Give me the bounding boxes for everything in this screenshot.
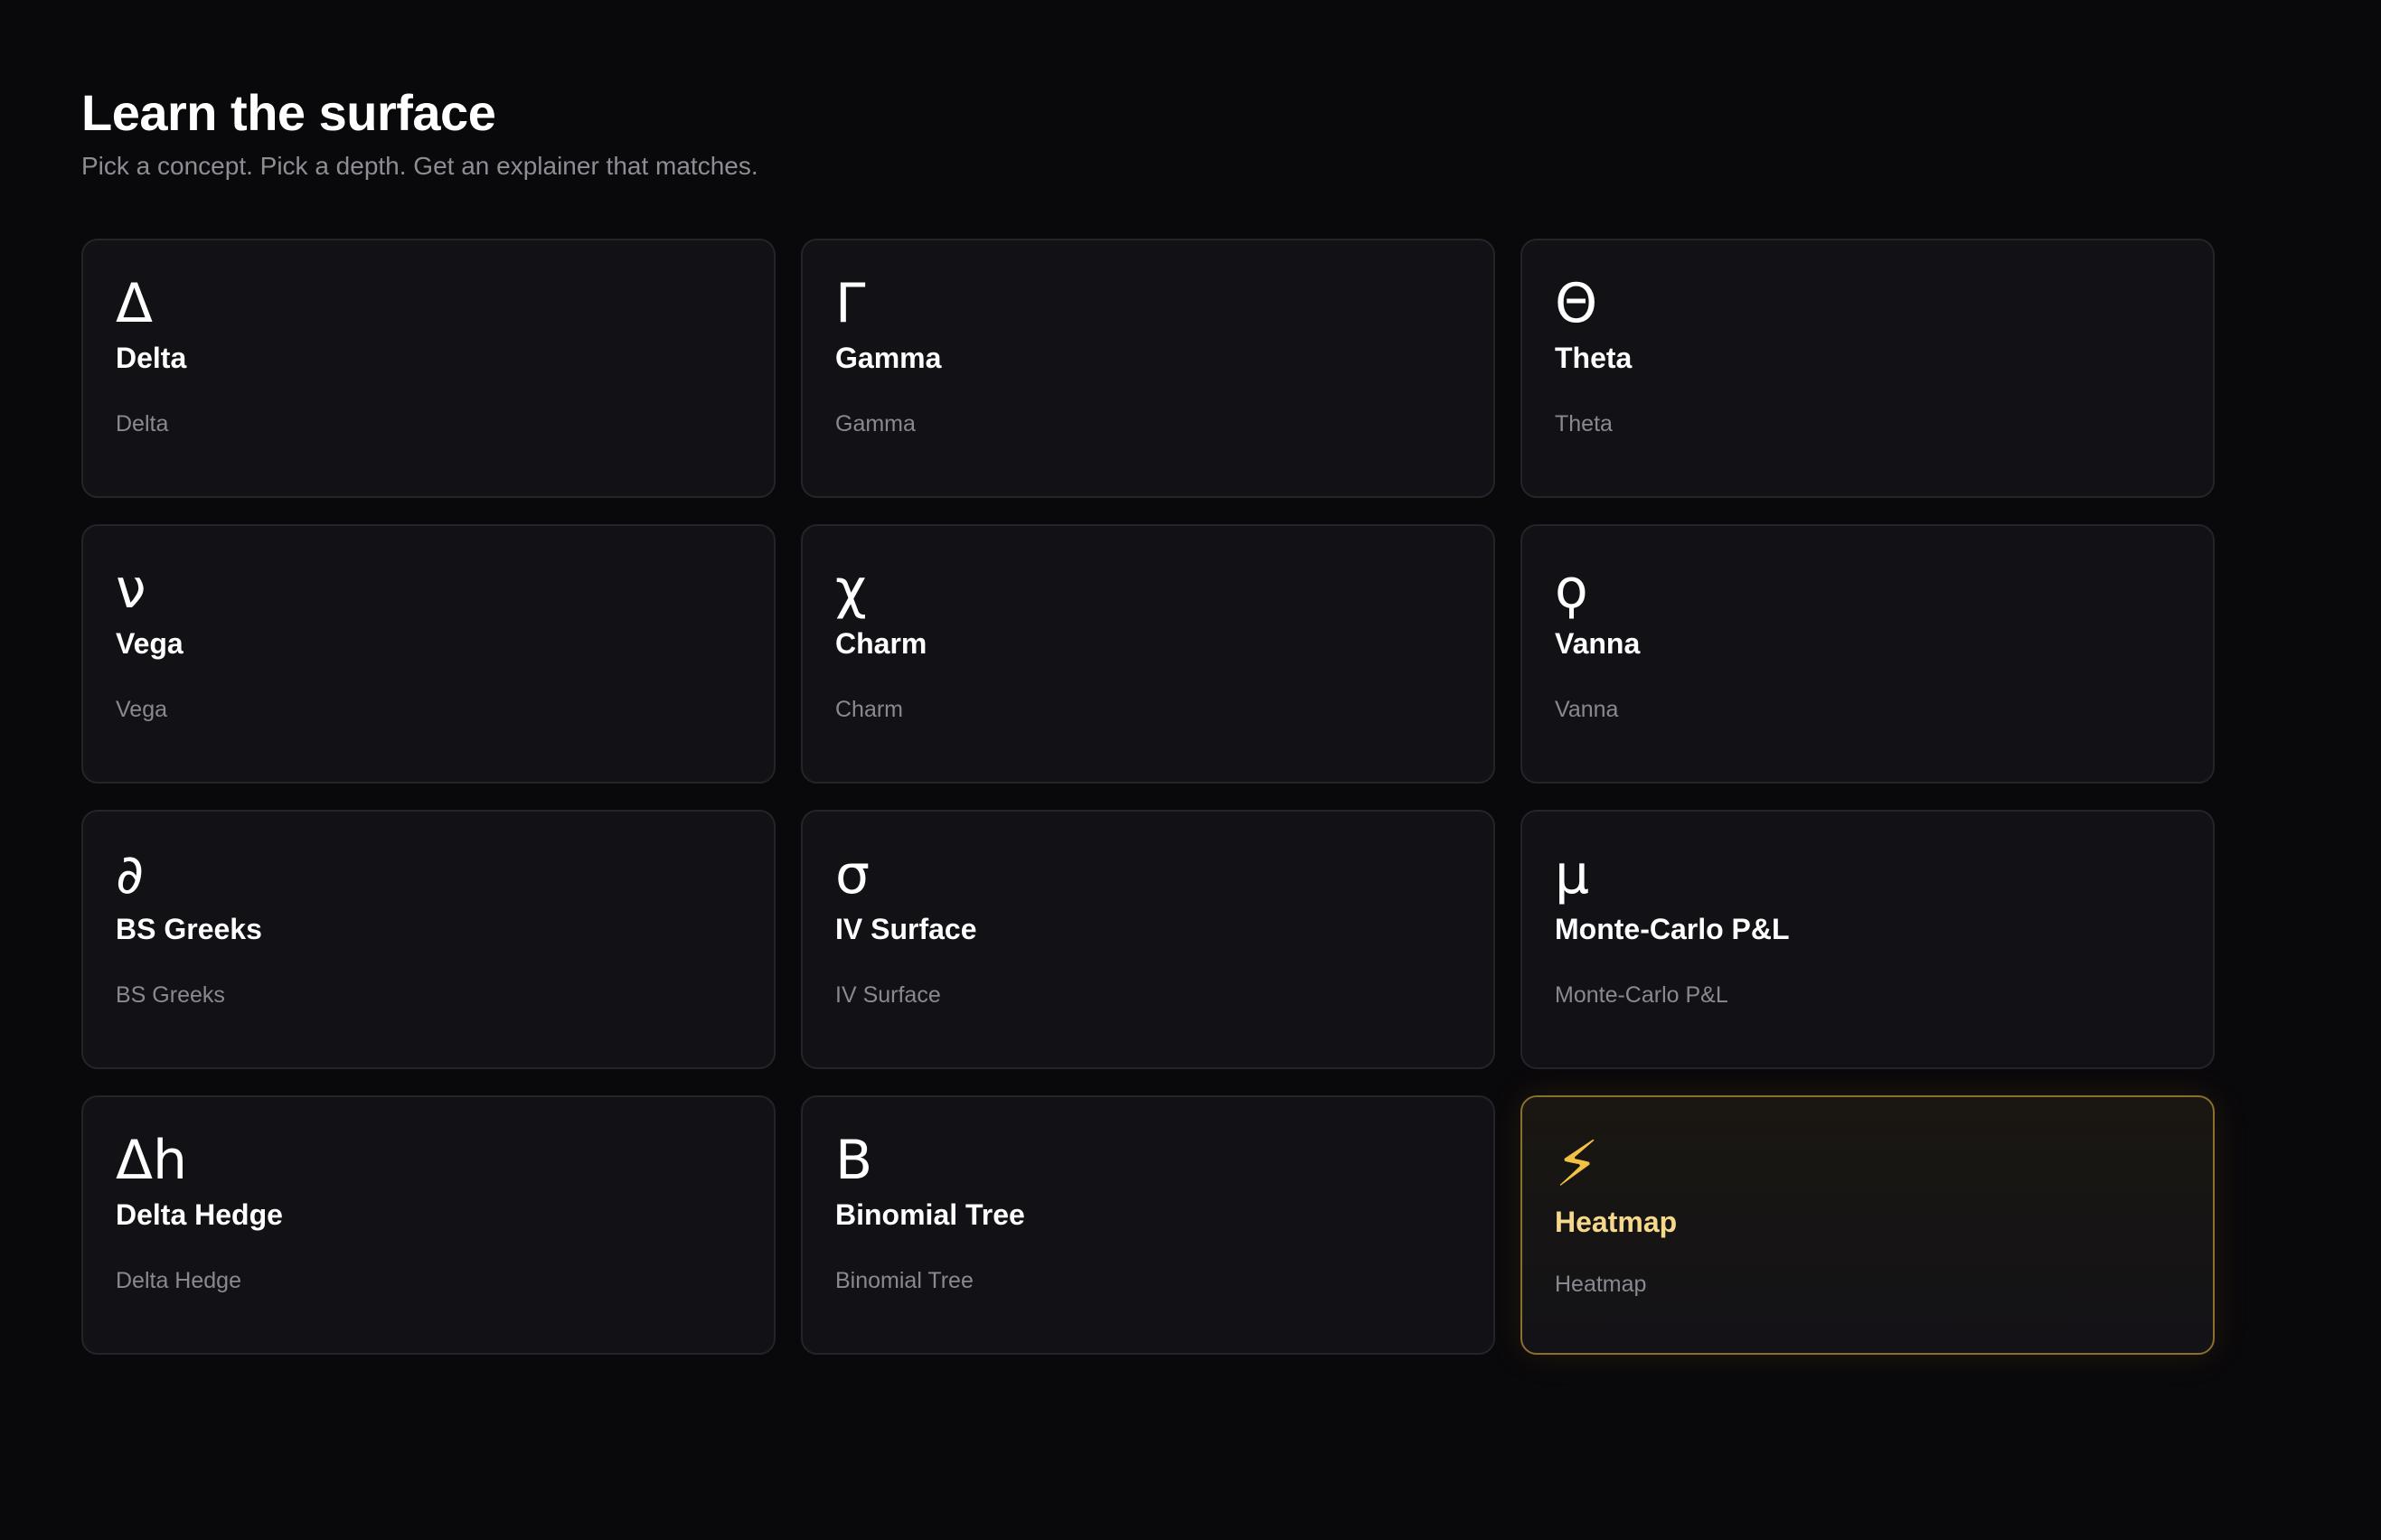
card-description: Monte-Carlo P&L — [1555, 982, 1728, 1008]
concept-card-charm[interactable]: χ Charm Charm — [801, 524, 1495, 784]
concept-card-vega[interactable]: ν Vega Vega — [81, 524, 776, 784]
theta-symbol-icon: Θ — [1555, 272, 1598, 335]
card-description: Charm — [835, 697, 904, 722]
learn-page: Learn the surface Pick a concept. Pick a… — [0, 0, 2381, 1540]
concept-card-iv-surface[interactable]: σ IV Surface IV Surface — [801, 810, 1495, 1069]
card-title: BS Greeks — [116, 913, 262, 945]
card-description: Heatmap — [1555, 1272, 1647, 1297]
concept-card-bs-greeks[interactable]: ∂ BS Greeks BS Greeks — [81, 810, 776, 1069]
lightning-bolt-icon: ⚡ — [1555, 1127, 1600, 1201]
concept-card-heatmap[interactable]: ⚡ Heatmap Heatmap — [1520, 1095, 2215, 1355]
card-description: BS Greeks — [116, 982, 225, 1008]
koppa-symbol-icon: ϙ — [1555, 558, 1588, 621]
concept-card-delta[interactable]: Δ Delta Delta — [81, 239, 776, 498]
card-title: Delta Hedge — [116, 1198, 283, 1231]
concept-card-binomial-tree[interactable]: B Binomial Tree Binomial Tree — [801, 1095, 1495, 1355]
sigma-symbol-icon: σ — [835, 843, 871, 906]
card-title: Vega — [116, 627, 184, 660]
card-description: Delta Hedge — [116, 1268, 241, 1293]
card-description: Vanna — [1555, 697, 1619, 722]
nu-symbol-icon: ν — [116, 558, 146, 621]
card-description: Theta — [1555, 411, 1613, 437]
partial-derivative-icon: ∂ — [116, 843, 145, 906]
concept-card-vanna[interactable]: ϙ Vanna Vanna — [1520, 524, 2215, 784]
card-description: Delta — [116, 411, 169, 437]
page-subtitle: Pick a concept. Pick a depth. Get an exp… — [81, 152, 758, 180]
card-description: Vega — [116, 697, 168, 722]
mu-symbol-icon: μ — [1555, 843, 1590, 906]
concept-card-theta[interactable]: Θ Theta Theta — [1520, 239, 2215, 498]
delta-symbol-icon: Δ — [116, 272, 154, 335]
card-title: Charm — [835, 627, 927, 660]
page-title: Learn the surface — [81, 84, 496, 141]
card-title: Gamma — [835, 342, 942, 374]
b-symbol-icon: B — [835, 1129, 873, 1192]
card-title: Heatmap — [1555, 1206, 1678, 1238]
gamma-symbol-icon: Γ — [835, 272, 866, 335]
card-title: Monte-Carlo P&L — [1555, 913, 1790, 945]
card-description: Gamma — [835, 411, 916, 437]
card-title: Delta — [116, 342, 187, 374]
concept-card-delta-hedge[interactable]: Δh Delta Hedge Delta Hedge — [81, 1095, 776, 1355]
concept-card-gamma[interactable]: Γ Gamma Gamma — [801, 239, 1495, 498]
card-description: IV Surface — [835, 982, 941, 1008]
card-description: Binomial Tree — [835, 1268, 974, 1293]
delta-hedge-symbol-icon: Δh — [116, 1129, 188, 1192]
concept-card-monte-carlo[interactable]: μ Monte-Carlo P&L Monte-Carlo P&L — [1520, 810, 2215, 1069]
concept-grid: Δ Delta Delta Γ Gamma Gamma Θ Theta Thet… — [81, 239, 2215, 1355]
chi-symbol-icon: χ — [835, 558, 867, 621]
card-title: Binomial Tree — [835, 1198, 1025, 1231]
card-title: Vanna — [1555, 627, 1641, 660]
card-title: IV Surface — [835, 913, 977, 945]
card-title: Theta — [1555, 342, 1633, 374]
